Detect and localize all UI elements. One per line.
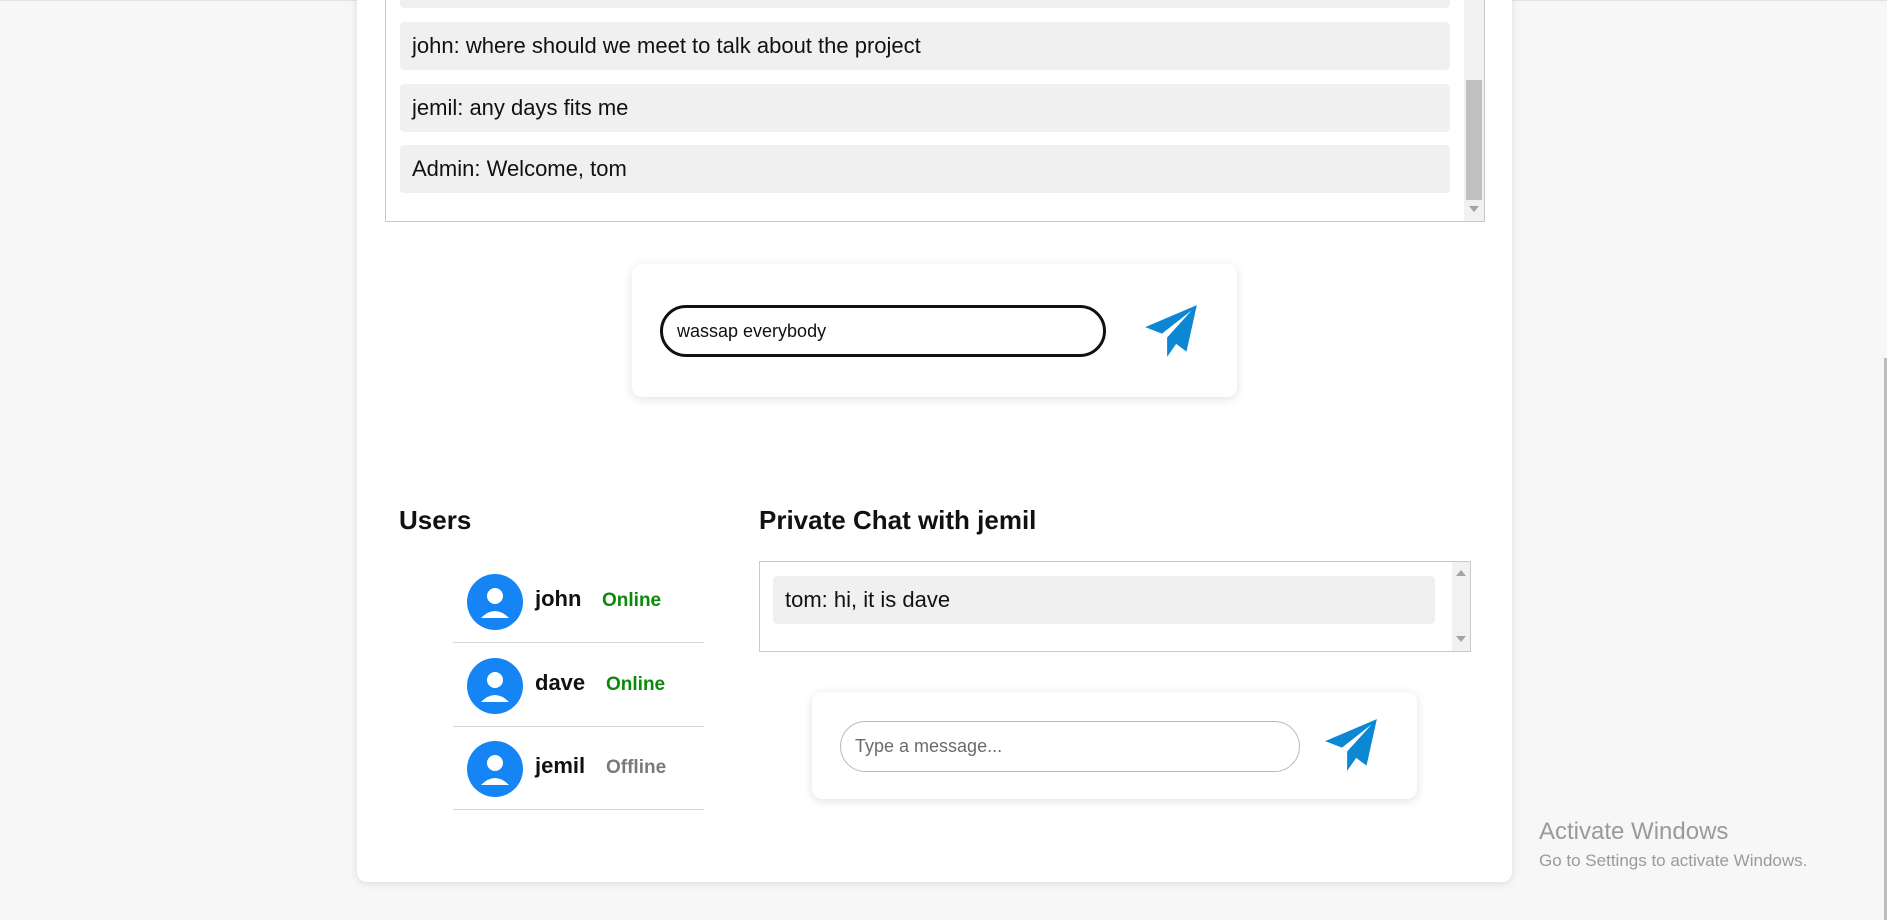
status-online: Online	[606, 674, 666, 695]
user-row-dave[interactable]: dave Online	[453, 644, 704, 727]
paper-plane-icon	[1145, 305, 1197, 357]
user-avatar-icon	[467, 741, 523, 797]
status-offline: Offline	[606, 757, 667, 778]
user-avatar-icon	[467, 574, 523, 630]
chat-message: jemil: any days fits me	[400, 84, 1450, 132]
user-row-john[interactable]: john Online	[453, 560, 704, 643]
user-name: john	[535, 586, 582, 611]
private-chat-box[interactable]: tom: hi, it is dave	[759, 561, 1471, 652]
scroll-down-icon[interactable]	[1456, 636, 1466, 642]
chat-scrollbar[interactable]	[1464, 0, 1484, 221]
message-partial	[400, 0, 1450, 8]
users-title: Users	[399, 505, 472, 535]
status-online: Online	[602, 590, 662, 611]
scroll-up-icon[interactable]	[1456, 570, 1466, 576]
activate-windows-subtitle: Go to Settings to activate Windows.	[1539, 851, 1808, 870]
user-avatar-icon	[467, 658, 523, 714]
private-chat-title: Private Chat with jemil	[759, 505, 1037, 535]
private-chat-scrollbar[interactable]	[1452, 562, 1470, 651]
scroll-down-icon[interactable]	[1469, 206, 1479, 212]
user-row-jemil[interactable]: jemil Offline	[453, 727, 704, 810]
paper-plane-icon	[1325, 719, 1377, 771]
user-name: dave	[535, 670, 586, 695]
public-send-button[interactable]	[1140, 300, 1202, 362]
private-message-input[interactable]	[840, 721, 1300, 772]
user-name: jemil	[535, 753, 586, 778]
private-send-button[interactable]	[1320, 714, 1382, 776]
activate-windows-title: Activate Windows	[1539, 818, 1729, 845]
chat-message: Admin: Welcome, tom	[400, 145, 1450, 193]
chat-scrollbar-thumb[interactable]	[1466, 80, 1482, 200]
chat-message: tom: hi, it is dave	[773, 576, 1435, 624]
chat-message: john: where should we meet to talk about…	[400, 22, 1450, 70]
public-message-input[interactable]	[660, 305, 1106, 357]
public-chat-box[interactable]: john: where should we meet to talk about…	[385, 0, 1485, 222]
